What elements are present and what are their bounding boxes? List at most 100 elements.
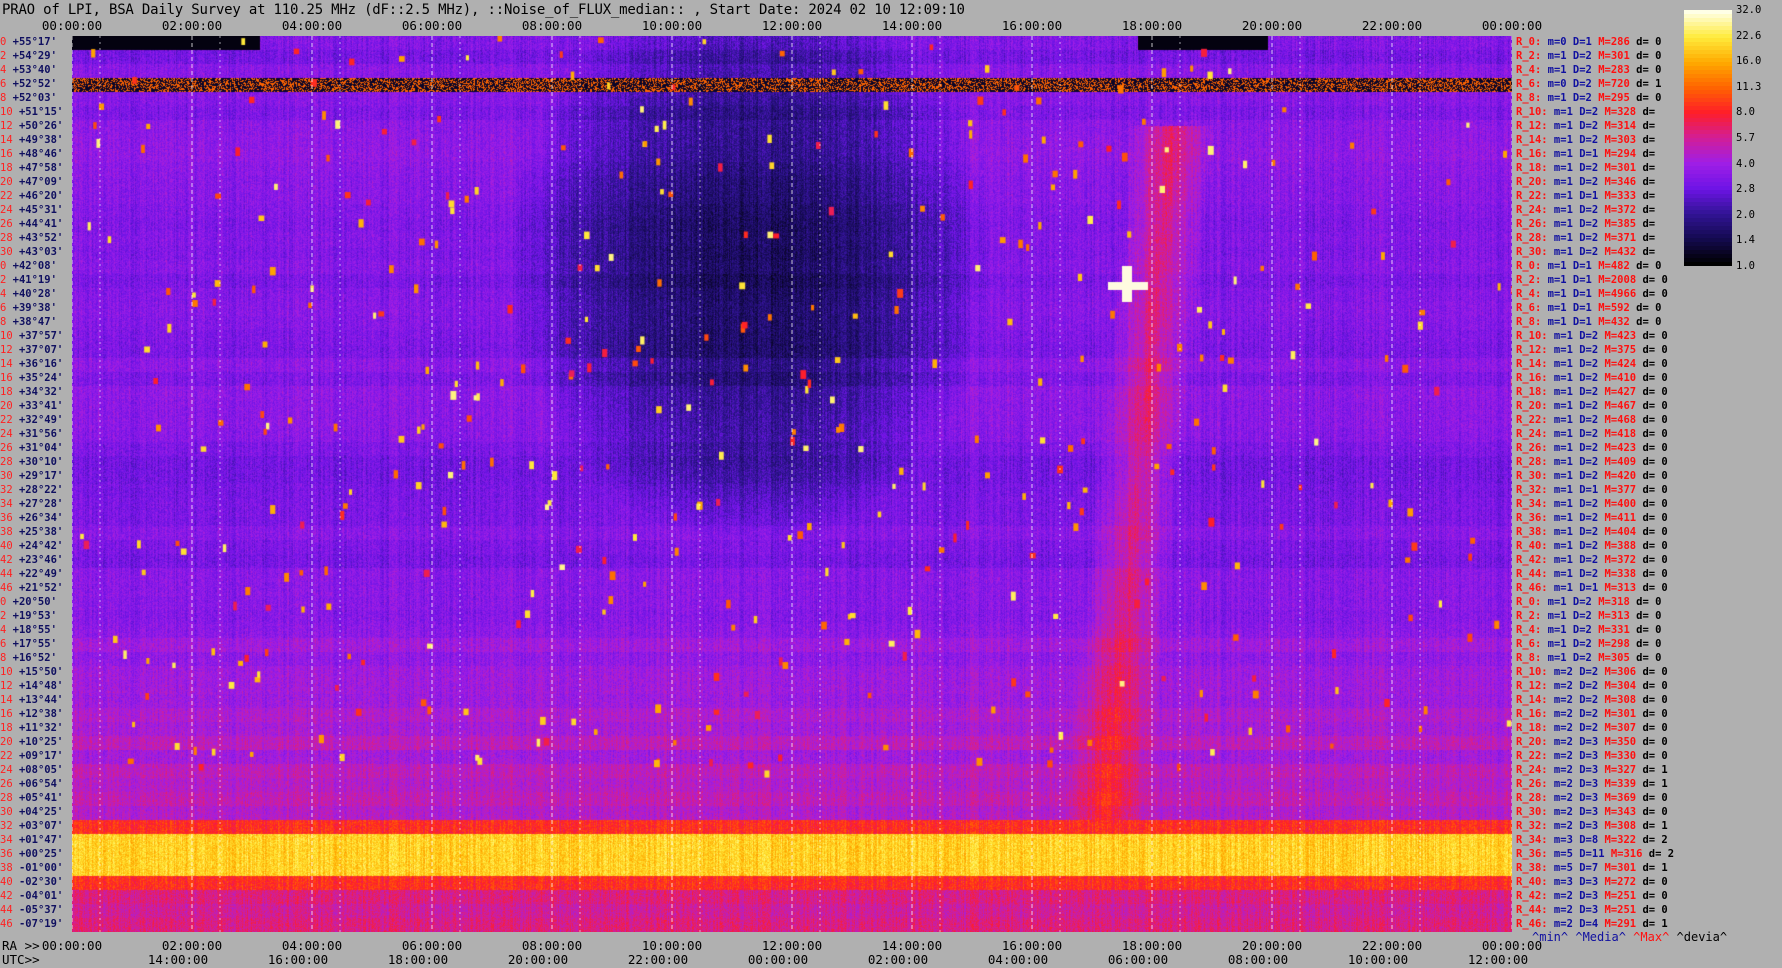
stat-dv: d= 0 — [1636, 750, 1668, 762]
stat-m: m=1 — [1541, 274, 1567, 286]
colorbar-swatch — [1684, 30, 1732, 35]
declination-label: 36 +00°25' — [0, 849, 63, 860]
stat-dv: d= 0 — [1636, 540, 1668, 552]
declination-value: +50°26' — [12, 120, 64, 132]
beam-stat-row: R_18: m=2 D=2 M=307 d= 0 — [1516, 723, 1668, 734]
colorbar-swatch — [1684, 166, 1732, 171]
beam-stat-row: R_18: m=1 D=2 M=301 d= — [1516, 163, 1655, 174]
beam-stat-row: R_46: m=2 D=4 M=291 d= 1 — [1516, 919, 1668, 930]
colorbar-swatch — [1684, 202, 1732, 207]
colorbar-swatch — [1684, 86, 1732, 91]
colorbar-swatch — [1684, 178, 1732, 183]
beam-stat-row: R_6: m=0 D=2 M=720 d= 1 — [1516, 79, 1661, 90]
beam-stat-row: R_16: m=1 D=2 M=410 d= 0 — [1516, 373, 1668, 384]
declination-label: 8 +16°52' — [0, 653, 57, 664]
declination-label: 34 +01°47' — [0, 835, 63, 846]
stat-m: m=1 — [1541, 50, 1567, 62]
stat-m: m=5 — [1547, 862, 1573, 874]
declination-label: 4 +18°55' — [0, 625, 57, 636]
beam-stat-row: R_26: m=2 D=3 M=339 d= 1 — [1516, 779, 1668, 790]
stat-r: R_12: — [1516, 120, 1548, 132]
declination-label: 20 +47°09' — [0, 177, 63, 188]
stat-mx: M=409 — [1598, 456, 1637, 468]
colorbar-swatch — [1684, 238, 1732, 243]
declination-label: 2 +19°53' — [0, 611, 57, 622]
stat-mx: M=410 — [1598, 372, 1637, 384]
legend-max: ^Max^ — [1633, 930, 1670, 944]
stat-r: R_10: — [1516, 330, 1548, 342]
declination-value: +19°53' — [6, 610, 57, 622]
stat-m: m=1 — [1541, 610, 1567, 622]
stat-r: R_32: — [1516, 484, 1548, 496]
beam-index: 14 — [0, 134, 13, 146]
declination-label: 10 +37°57' — [0, 331, 63, 342]
stat-dv: d= — [1636, 162, 1656, 174]
stat-r: R_34: — [1516, 834, 1548, 846]
beam-index: 20 — [0, 176, 13, 188]
stat-dv: d= — [1636, 106, 1656, 118]
stat-mx: M=327 — [1598, 764, 1637, 776]
stat-dv: d= 0 — [1629, 260, 1662, 272]
stat-dv: d= 0 — [1636, 806, 1668, 818]
stat-r: R_4: — [1516, 288, 1542, 300]
declination-label: 2 +54°29' — [0, 51, 57, 62]
stat-mx: M=424 — [1598, 358, 1637, 370]
beam-stat-row: R_2: m=1 D=2 M=313 d= 0 — [1516, 611, 1661, 622]
beam-index: 16 — [0, 708, 13, 720]
stat-mx: M=286 — [1591, 36, 1630, 48]
declination-label: 44 +22°49' — [0, 569, 63, 580]
colorbar-tick: 2.8 — [1736, 183, 1755, 196]
ra-axis-tick: 14:00:00 — [881, 938, 943, 953]
beam-index: 38 — [0, 526, 13, 538]
stat-mx: M=4966 — [1591, 288, 1637, 300]
declination-label: 22 +32°49' — [0, 415, 63, 426]
declination-value: +08°05' — [12, 764, 64, 776]
colorbar-tick: 16.0 — [1736, 55, 1762, 68]
stat-dv: d= — [1636, 204, 1656, 216]
stat-mx: M=331 — [1591, 624, 1630, 636]
stat-m: m=1 — [1547, 540, 1573, 552]
stat-d: D=2 — [1566, 638, 1592, 650]
stat-d: D=2 — [1572, 512, 1599, 524]
colorbar-swatch — [1684, 130, 1732, 135]
beam-stat-row: R_46: m=1 D=1 M=313 d= 0 — [1516, 583, 1668, 594]
beam-stat-row: R_0: m=1 D=1 M=482 d= 0 — [1516, 261, 1661, 272]
stat-m: m=1 — [1547, 526, 1573, 538]
stat-r: R_44: — [1516, 568, 1548, 580]
declination-value: +04°25' — [12, 806, 64, 818]
declination-value: +52°03' — [6, 92, 57, 104]
stat-mx: M=306 — [1598, 666, 1637, 678]
stat-mx: M=350 — [1598, 736, 1637, 748]
stat-dv: d= — [1636, 120, 1656, 132]
stat-d: D=2 — [1566, 50, 1592, 62]
beam-stat-row: R_12: m=1 D=2 M=375 d= 0 — [1516, 345, 1668, 356]
stat-dv: d= 0 — [1636, 344, 1668, 356]
stat-dv: d= 0 — [1636, 694, 1668, 706]
declination-label: 26 +06°54' — [0, 779, 63, 790]
heatmap-plot[interactable] — [72, 36, 1512, 932]
declination-label: 32 +03°07' — [0, 821, 63, 832]
stat-mx: M=283 — [1591, 64, 1630, 76]
stat-d: D=1 — [1566, 316, 1592, 328]
declination-label: 6 +17°55' — [0, 639, 57, 650]
declination-label: 14 +36°16' — [0, 359, 63, 370]
stat-d: D=2 — [1572, 386, 1599, 398]
stat-r: R_16: — [1516, 708, 1548, 720]
declination-label: 6 +39°38' — [0, 303, 57, 314]
beam-stat-row: R_28: m=1 D=2 M=409 d= 0 — [1516, 457, 1668, 468]
stat-mx: M=467 — [1598, 400, 1637, 412]
stat-mx: M=308 — [1598, 820, 1637, 832]
stat-r: R_24: — [1516, 764, 1548, 776]
declination-value: +06°54' — [12, 778, 64, 790]
declination-label: 12 +37°07' — [0, 345, 63, 356]
colorbar-swatch — [1684, 106, 1732, 111]
stat-r: R_0: — [1516, 260, 1542, 272]
beam-stat-row: R_42: m=2 D=3 M=251 d= 0 — [1516, 891, 1668, 902]
beam-stat-row: R_40: m=1 D=2 M=388 d= 0 — [1516, 541, 1668, 552]
beam-stat-row: R_42: m=1 D=2 M=372 d= 0 — [1516, 555, 1668, 566]
colorbar-swatch — [1684, 150, 1732, 155]
declination-label: 38 +25°38' — [0, 527, 63, 538]
stat-d: D=2 — [1572, 358, 1599, 370]
stat-mx: M=301 — [1598, 708, 1637, 720]
stat-dv: d= 0 — [1629, 610, 1662, 622]
